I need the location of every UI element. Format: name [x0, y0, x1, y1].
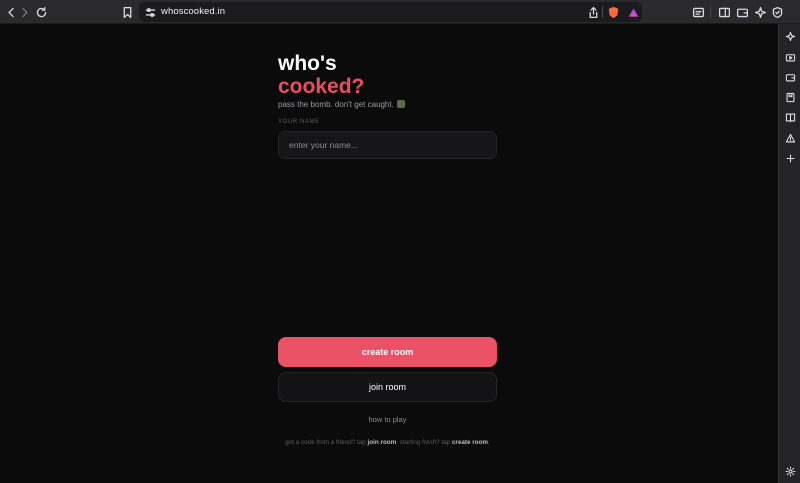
help-text-part: got a code from a friend? tap: [285, 439, 368, 446]
name-label: YOUR NAME: [278, 119, 320, 125]
how-to-play-link[interactable]: how to play: [278, 415, 497, 424]
tagline-text: pass the bomb. don't get caught.: [278, 100, 394, 109]
join-room-button[interactable]: join room: [278, 372, 497, 402]
site-settings-icon[interactable]: [142, 4, 158, 20]
bomb-icon: [396, 100, 405, 108]
reading-list-icon[interactable]: [783, 110, 797, 124]
bookmarks-icon[interactable]: [783, 90, 797, 104]
alert-icon[interactable]: [783, 131, 797, 145]
name-input[interactable]: [278, 131, 497, 159]
create-room-button[interactable]: create room: [278, 337, 497, 367]
browser-side-panel: [778, 24, 800, 483]
tagline: pass the bomb. don't get caught.: [278, 100, 405, 109]
vpn-icon[interactable]: [769, 4, 785, 20]
brave-shields-icon[interactable]: [605, 4, 621, 20]
toolbar-divider: [602, 6, 603, 18]
leo-icon[interactable]: [783, 29, 797, 43]
help-text-part: . starting fresh? tap: [396, 439, 452, 446]
sidebar-toggle-icon[interactable]: [716, 4, 732, 20]
forward-icon[interactable]: [16, 4, 32, 20]
url-text[interactable]: whoscooked.in: [161, 6, 225, 17]
browser-toolbar: whoscooked.in: [0, 0, 800, 24]
wallet-icon[interactable]: [783, 70, 797, 84]
reload-icon[interactable]: [33, 4, 49, 20]
leo-icon[interactable]: [752, 4, 768, 20]
settings-icon[interactable]: [783, 464, 797, 478]
help-text: got a code from a friend? tap join room.…: [278, 437, 497, 449]
help-join-emphasis: join room: [367, 439, 397, 446]
title-cooked: cooked?: [278, 75, 365, 98]
share-icon[interactable]: [585, 4, 601, 20]
bookmark-icon[interactable]: [119, 4, 135, 20]
add-icon[interactable]: [783, 151, 797, 165]
help-text-part: .: [487, 439, 490, 446]
brave-rewards-icon[interactable]: [625, 4, 641, 20]
wallet-icon[interactable]: [734, 4, 750, 20]
media-icon[interactable]: [783, 50, 797, 64]
reader-icon[interactable]: [690, 4, 706, 20]
toolbar-divider: [710, 6, 711, 18]
help-create-emphasis: create room: [451, 439, 488, 446]
title-whos: who's: [278, 52, 337, 75]
